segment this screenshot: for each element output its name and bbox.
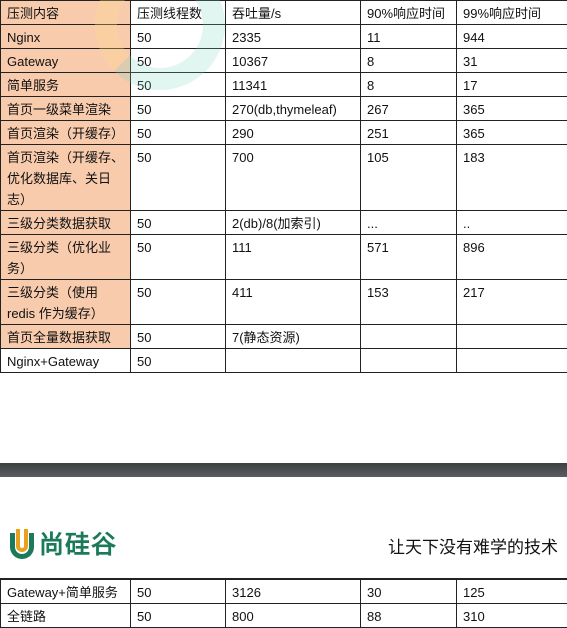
table-cell: 首页渲染（开缓存、优化数据库、关日志） [1,145,131,211]
table-cell: 全链路 [1,604,131,628]
benchmark-table: 压测内容压测线程数吞吐量/s90%响应时间99%响应时间Nginx5023351… [0,0,567,373]
table-row: Nginx50233511944 [1,25,567,49]
page-break-bar [0,463,567,477]
table-row: 全链路5080088310 [1,604,567,628]
table-cell: 217 [457,280,567,325]
table-cell: 50 [131,73,226,97]
table-row: 首页一级菜单渲染50270(db,thymeleaf)267365 [1,97,567,121]
table-cell: 105 [361,145,457,211]
table-cell [226,349,361,373]
logo-u-icon [7,525,37,561]
table-cell: 944 [457,25,567,49]
table-row: 首页全量数据获取507(静态资源) [1,325,567,349]
table-cell: 365 [457,121,567,145]
table-cell: 267 [361,97,457,121]
table-cell: 125 [457,579,567,604]
table-cell: 111 [226,235,361,280]
table-cell: 571 [361,235,457,280]
table-cell: 50 [131,145,226,211]
table-cell: 310 [457,604,567,628]
table-cell: Nginx [1,25,131,49]
table-row: 三级分类数据获取502(db)/8(加索引)..... [1,211,567,235]
table-cell: 800 [226,604,361,628]
table-cell: 8 [361,73,457,97]
table-cell: 99%响应时间 [457,1,567,25]
table-cell: 11341 [226,73,361,97]
table-cell: 2335 [226,25,361,49]
table-cell: 50 [131,349,226,373]
table-cell: 10367 [226,49,361,73]
table-cell: 88 [361,604,457,628]
table-cell: 50 [131,211,226,235]
table-row: 三级分类（使用redis 作为缓存）50411153217 [1,280,567,325]
table-cell: 50 [131,97,226,121]
table-row: 简单服务5011341817 [1,73,567,97]
table-cell: 吞吐量/s [226,1,361,25]
table-cell: Gateway [1,49,131,73]
table-cell: 17 [457,73,567,97]
table-cell: Gateway+简单服务 [1,579,131,604]
table-cell: 2(db)/8(加索引) [226,211,361,235]
table-cell: 50 [131,579,226,604]
table-cell: 简单服务 [1,73,131,97]
table-cell: Nginx+Gateway [1,349,131,373]
table-cell: 3126 [226,579,361,604]
table-cell: ... [361,211,457,235]
table-cell: 290 [226,121,361,145]
table-cell: 三级分类（优化业务） [1,235,131,280]
table-cell: 50 [131,49,226,73]
table-row: Gateway+简单服务50312630125 [1,579,567,604]
table-cell: 压测内容 [1,1,131,25]
table-cell: 50 [131,325,226,349]
table-row: Nginx+Gateway50 [1,349,567,373]
table-cell: 270(db,thymeleaf) [226,97,361,121]
table-cell: 30 [361,579,457,604]
table-row: Gateway5010367831 [1,49,567,73]
table-row: 三级分类（优化业务）50111571896 [1,235,567,280]
table-cell: 50 [131,121,226,145]
table-cell: 50 [131,235,226,280]
table-cell: 31 [457,49,567,73]
table-cell: 11 [361,25,457,49]
slogan: 让天下没有难学的技术 [388,533,558,558]
table-cell: 压测线程数 [131,1,226,25]
table-cell: 251 [361,121,457,145]
table-cell: 8 [361,49,457,73]
table-cell [457,325,567,349]
table-cell: 首页一级菜单渲染 [1,97,131,121]
table-cell: 7(静态资源) [226,325,361,349]
table-cell [457,349,567,373]
table-cell: 50 [131,280,226,325]
table-cell: 三级分类（使用redis 作为缓存） [1,280,131,325]
header-row: 压测内容压测线程数吞吐量/s90%响应时间99%响应时间 [1,1,567,25]
logo-text: 尚硅谷 [39,525,117,561]
table-cell [361,325,457,349]
table-row: 首页渲染（开缓存、优化数据库、关日志）50700105183 [1,145,567,211]
benchmark-table-continued: Gateway+简单服务50312630125全链路5080088310 [0,578,567,628]
table-cell: 411 [226,280,361,325]
table-cell: .. [457,211,567,235]
table-cell: 896 [457,235,567,280]
table-cell [361,349,457,373]
table-cell: 50 [131,604,226,628]
table-cell: 90%响应时间 [361,1,457,25]
table-cell: 首页渲染（开缓存） [1,121,131,145]
table-cell: 三级分类数据获取 [1,211,131,235]
brand-logo: 尚硅谷 [7,525,117,561]
table-cell: 183 [457,145,567,211]
table-cell: 首页全量数据获取 [1,325,131,349]
table-cell: 700 [226,145,361,211]
table-cell: 365 [457,97,567,121]
table-cell: 153 [361,280,457,325]
table-cell: 50 [131,25,226,49]
table-row: 首页渲染（开缓存）50290251365 [1,121,567,145]
